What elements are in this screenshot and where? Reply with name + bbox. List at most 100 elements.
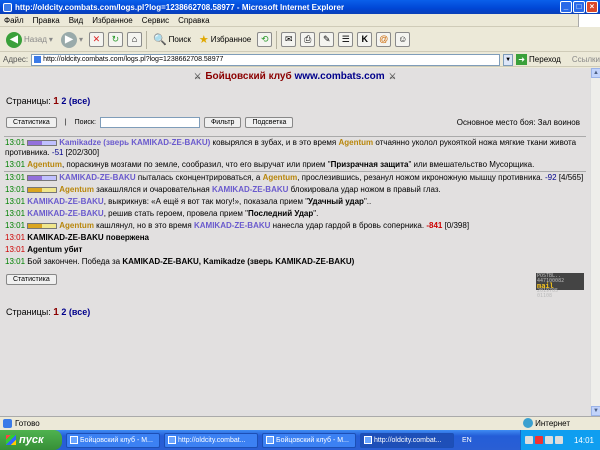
hp-bar: [27, 140, 58, 146]
page-title: ⚔ Бойцовский клуб www.combats.com ⚔: [0, 71, 590, 82]
forward-button[interactable]: ▶ ▾: [59, 31, 85, 49]
home-icon[interactable]: ⌂: [126, 32, 142, 47]
highlight-button[interactable]: Подсветка: [245, 116, 294, 128]
log-entry: 13:01 KAMIKAD-ZE-BAKU повержена: [4, 232, 586, 244]
log-actor[interactable]: KAMIKAD-ZE-BAKU: [27, 197, 103, 206]
log-damage: -841: [426, 221, 443, 230]
page-title-site[interactable]: www.combats.com: [294, 71, 384, 82]
messenger-icon[interactable]: ☺: [395, 32, 411, 47]
history-icon[interactable]: ⟲: [257, 32, 273, 47]
tray-icon[interactable]: [525, 436, 533, 444]
taskbar: пуск Бойцовский клуб - M... http://oldci…: [0, 430, 600, 450]
counter-line3: 01108: [537, 293, 553, 299]
maximize-button[interactable]: □: [573, 1, 585, 13]
log-time: 13:01: [5, 257, 26, 266]
system-tray: 14:01: [520, 430, 600, 450]
tray-icon[interactable]: [545, 436, 553, 444]
links-label[interactable]: Ссылки: [572, 55, 600, 64]
menu-edit[interactable]: Правка: [33, 16, 60, 25]
log-target[interactable]: Agentum: [263, 173, 298, 182]
log-entry: 13:01 KAMIKAD-ZE-BAKU, решив стать герое…: [4, 208, 586, 220]
address-dropdown-icon[interactable]: ▼: [503, 53, 514, 66]
crossed-swords-icon: ⚔: [193, 72, 202, 81]
chevron-down-icon: ▾: [78, 35, 83, 44]
log-actor[interactable]: Agentum: [27, 160, 62, 169]
stats-button[interactable]: Статистика: [6, 116, 57, 128]
vertical-scrollbar[interactable]: ▲ ▼: [590, 68, 600, 416]
log-actor[interactable]: KAMIKAD-ZE-BAKU: [27, 209, 103, 218]
address-label: Адрес:: [3, 55, 29, 64]
back-button[interactable]: ◀ Назад ▾: [4, 31, 55, 49]
menu-view[interactable]: Вид: [69, 16, 83, 25]
log-entry: 13:01 Agentum кашлянул, но в это время K…: [4, 220, 586, 232]
page-link-2[interactable]: 2: [61, 307, 66, 317]
taskbar-item-label: http://oldcity.combat...: [178, 436, 246, 444]
stats-footer: Статистика: [6, 274, 57, 285]
search-label: Поиск: [168, 35, 191, 44]
ie-icon: [70, 436, 78, 444]
at-icon[interactable]: @: [376, 32, 392, 47]
status-text: Готово: [15, 419, 40, 428]
tray-icon[interactable]: [535, 436, 543, 444]
favorites-label: Избранное: [210, 35, 252, 44]
discuss-icon[interactable]: ☰: [338, 32, 354, 47]
menu-favorites[interactable]: Избранное: [92, 16, 133, 25]
log-skill: Призрачная защита: [330, 160, 409, 169]
menu-tools[interactable]: Сервис: [142, 16, 169, 25]
refresh-icon[interactable]: ↻: [107, 32, 123, 47]
go-button[interactable]: ➜ Переход: [516, 54, 561, 65]
log-actor[interactable]: Agentum: [59, 221, 94, 230]
taskbar-item[interactable]: Бойцовский клуб - M...: [66, 432, 160, 448]
start-button[interactable]: пуск: [0, 430, 62, 450]
log-target[interactable]: KAMIKAD-ZE-BAKU: [194, 221, 270, 230]
toolbar-separator: [145, 30, 147, 49]
taskbar-item[interactable]: Бойцовский клуб - M...: [262, 432, 356, 448]
log-text: ковырялся в зубах, и в это время: [210, 138, 339, 147]
page-link-2[interactable]: 2: [61, 96, 66, 106]
filter-button[interactable]: Фильтр: [203, 116, 242, 128]
tray-icon[interactable]: [555, 436, 563, 444]
favorites-button[interactable]: ★ Избранное: [197, 31, 253, 49]
print-icon[interactable]: ⎙: [300, 32, 316, 47]
minimize-button[interactable]: _: [560, 1, 572, 13]
log-hp: [0/398]: [444, 221, 470, 230]
page-link-all[interactable]: (все): [69, 307, 90, 317]
log-damage: -92: [545, 173, 557, 182]
log-skill: Последний Удар: [247, 209, 314, 218]
scroll-down-icon[interactable]: ▼: [591, 406, 600, 416]
log-target[interactable]: Agentum: [338, 138, 373, 147]
mail-counter-badge[interactable]: POSTBL.. 447100082 mail 2019705 01108: [536, 273, 584, 299]
log-actor[interactable]: Kamikadze (зверь KAMIKAD-ZE-BAKU): [59, 138, 210, 147]
address-url: http://oldcity.combats.com/logs.pl?log=1…: [43, 55, 224, 63]
stop-icon[interactable]: ✕: [88, 32, 104, 47]
windows-flag-icon: [6, 435, 16, 445]
page-link-all[interactable]: (все): [69, 96, 90, 106]
log-entry: 13:01 Бой закончен. Победа за KAMIKAD-ZE…: [4, 256, 586, 268]
crossed-swords-icon: ⚔: [388, 72, 397, 81]
taskbar-item-active[interactable]: http://oldcity.combat...: [360, 432, 454, 448]
log-search-input[interactable]: [99, 116, 200, 128]
ie-app-icon: [3, 2, 12, 12]
mail-icon[interactable]: ✉: [281, 32, 297, 47]
window-title: http://oldcity.combats.com/logs.pl?log=1…: [15, 2, 345, 12]
log-entry: 13:01 KAMIKAD-ZE-BAKU пыталась сконцентр…: [4, 171, 586, 184]
search-button[interactable]: 🔍 Поиск: [151, 31, 193, 49]
window-titlebar[interactable]: http://oldcity.combats.com/logs.pl?log=1…: [0, 0, 600, 14]
log-time: 13:01: [5, 173, 26, 182]
address-input[interactable]: http://oldcity.combats.com/logs.pl?log=1…: [31, 53, 501, 66]
menu-help[interactable]: Справка: [178, 16, 209, 25]
log-actor[interactable]: Agentum: [59, 185, 94, 194]
taskbar-item-label: Бойцовский клуб - M...: [80, 436, 153, 444]
log-actor[interactable]: KAMIKAD-ZE-BAKU: [59, 173, 135, 182]
taskbar-item[interactable]: http://oldcity.combat...: [164, 432, 258, 448]
menu-file[interactable]: Файл: [4, 16, 24, 25]
stats-button-bottom[interactable]: Статистика: [6, 274, 57, 285]
log-target[interactable]: KAMIKAD-ZE-BAKU: [212, 185, 288, 194]
language-indicator[interactable]: EN: [462, 437, 472, 444]
k-icon[interactable]: K: [357, 32, 373, 47]
log-text: закашлялся и очаровательная: [93, 185, 212, 194]
close-button[interactable]: ×: [586, 1, 598, 13]
edit-icon[interactable]: ✎: [319, 32, 335, 47]
start-label: пуск: [19, 434, 44, 446]
scroll-up-icon[interactable]: ▲: [591, 68, 600, 78]
